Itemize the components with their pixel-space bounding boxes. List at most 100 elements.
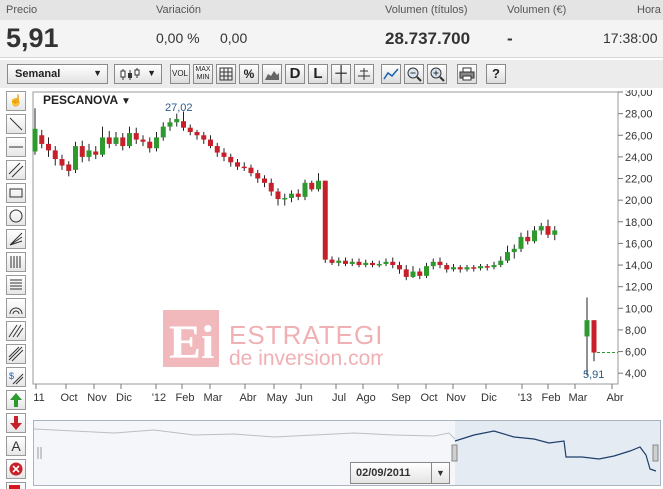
candle-body xyxy=(518,236,524,249)
candle-body xyxy=(437,261,443,266)
sell-arrow-tool-button[interactable] xyxy=(6,413,26,433)
hand-tool-button[interactable]: ☝ xyxy=(6,91,26,111)
percent-button[interactable]: % xyxy=(239,64,259,84)
color-picker-button[interactable] xyxy=(6,482,26,489)
quote-header-labels: Precio Variación Volumen (títulos) Volum… xyxy=(0,0,663,20)
grid-icon xyxy=(219,67,233,81)
y-tick-label: 16,00 xyxy=(625,238,653,250)
price-label: Precio xyxy=(6,4,38,16)
candle-body xyxy=(538,226,544,231)
candle-body xyxy=(187,127,193,133)
ticker-title[interactable]: PESCANOVA ▼ xyxy=(43,93,131,107)
candle-body xyxy=(262,178,267,183)
last-price: 5,91 xyxy=(6,23,59,53)
circle-tool-button[interactable] xyxy=(6,206,26,226)
area-chart-button[interactable] xyxy=(262,64,282,84)
candle-body xyxy=(201,135,207,140)
candle-body xyxy=(59,159,65,166)
candle-body xyxy=(511,248,517,253)
text-tool-button[interactable]: A xyxy=(6,436,26,456)
print-button[interactable] xyxy=(457,64,477,84)
fan-icon xyxy=(9,232,23,246)
candle-body xyxy=(46,143,51,151)
circle-icon xyxy=(9,209,23,223)
fibonacci-tool-button[interactable] xyxy=(6,252,26,272)
chevron-down-icon: ▼ xyxy=(93,68,102,78)
watermark-line1: ESTRATEGIAS xyxy=(229,320,383,350)
help-icon: ? xyxy=(492,66,500,81)
candle-body xyxy=(484,266,490,268)
delete-tool-button[interactable] xyxy=(6,459,26,479)
candle-body xyxy=(349,261,355,264)
arrow-down-icon xyxy=(10,416,22,430)
help-button[interactable]: ? xyxy=(486,64,506,84)
max-min-button[interactable]: MAX MIN xyxy=(193,64,213,84)
candle-body xyxy=(181,121,186,128)
chart-type-select[interactable]: ▼ xyxy=(114,64,162,84)
time-label: Hora xyxy=(637,4,661,16)
volume-eur-label: Volumen (€) xyxy=(507,4,567,16)
horizontal-line-tool-button[interactable] xyxy=(6,137,26,157)
quote-time: 17:38:00 xyxy=(603,30,658,46)
x-tick-label: Mar xyxy=(204,392,223,404)
table-grid-button[interactable] xyxy=(216,64,236,84)
retracement-tool-button[interactable] xyxy=(6,275,26,295)
parallel-lines-tool-button[interactable] xyxy=(6,321,26,341)
ticker-name: PESCANOVA xyxy=(43,93,118,107)
candle-body xyxy=(424,266,429,276)
linear-scale-button[interactable]: L xyxy=(308,64,328,84)
fan-tool-button[interactable] xyxy=(6,229,26,249)
candle-body xyxy=(154,137,159,149)
estrategias-logo-image: Ei ESTRATEGIAS de inversion.com xyxy=(163,310,419,370)
variation-percent: 0,00 % xyxy=(156,30,200,46)
channel-tool-button[interactable] xyxy=(6,160,26,180)
navigator-overview-svg xyxy=(33,421,660,485)
cursor-cross-icon xyxy=(358,68,370,80)
candle-body xyxy=(584,320,590,337)
speed-lines-tool-button[interactable] xyxy=(6,344,26,364)
text-a-icon: A xyxy=(11,438,21,454)
y-tick-label: 20,00 xyxy=(625,195,653,207)
volume-shares: 28.737.700 xyxy=(385,29,471,48)
buy-arrow-tool-button[interactable] xyxy=(6,390,26,410)
candle-body xyxy=(451,267,456,270)
start-date-select[interactable]: 02/09/2011 ▼ xyxy=(350,462,450,484)
chevron-down-icon: ▼ xyxy=(431,463,449,483)
x-tick-label: May xyxy=(267,392,288,404)
rectangle-tool-button[interactable] xyxy=(6,183,26,203)
candle-body xyxy=(86,150,92,157)
zoom-out-button[interactable] xyxy=(404,64,424,84)
candle-body xyxy=(214,146,220,153)
navigator-right-handle xyxy=(652,444,659,462)
x-tick-label: Sep xyxy=(391,392,411,404)
daily-button[interactable]: D xyxy=(285,64,305,84)
range-navigator[interactable] xyxy=(33,420,661,486)
x-tick-label: Nov xyxy=(446,392,466,404)
y-tick-label: 4,00 xyxy=(625,368,646,380)
x-tick-label: Ago xyxy=(356,392,376,404)
candle-body xyxy=(478,266,483,269)
crosshair-button[interactable]: ┼ xyxy=(331,64,351,84)
trendline-tool-button[interactable] xyxy=(6,114,26,134)
x-tick-label: Jul xyxy=(332,392,346,404)
dollar-lines-tool-button[interactable]: $ xyxy=(6,367,26,387)
candle-body xyxy=(525,236,531,242)
candle-body xyxy=(464,267,470,270)
y-tick-label: 10,00 xyxy=(625,303,653,315)
arc-tool-button[interactable] xyxy=(6,298,26,318)
x-tick-label: 11 xyxy=(33,392,44,404)
watermark-logo: Ei ESTRATEGIAS de inversion.com xyxy=(163,310,419,371)
x-tick-label: Oct xyxy=(420,392,437,404)
period-select[interactable]: Semanal ▼ xyxy=(7,64,108,84)
candle-body xyxy=(228,156,234,163)
zoom-in-button[interactable] xyxy=(427,64,447,84)
candle-body xyxy=(73,146,78,170)
volume-button[interactable]: VOL xyxy=(170,64,190,84)
candle-body xyxy=(309,182,315,190)
candle-body xyxy=(295,193,301,197)
candle-body xyxy=(32,128,38,152)
cursor-tool-button[interactable] xyxy=(354,64,374,84)
candle-body xyxy=(532,230,537,242)
candle-body xyxy=(430,261,436,267)
line-drawing-button[interactable] xyxy=(381,64,401,84)
